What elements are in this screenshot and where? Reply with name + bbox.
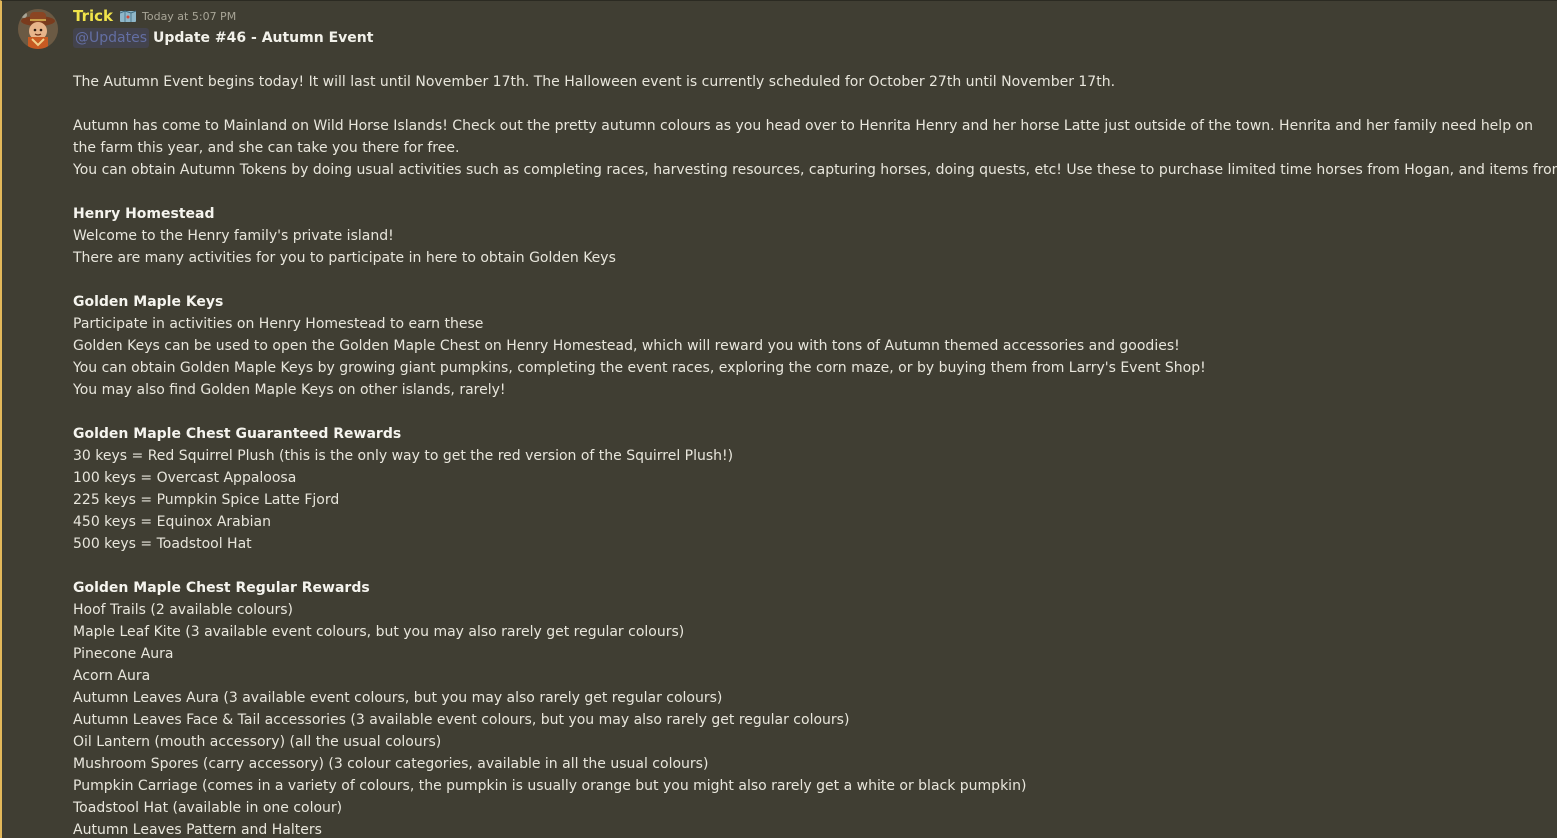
cowboy-avatar-icon [18, 9, 58, 49]
list-item: You can obtain Golden Maple Keys by grow… [73, 360, 1206, 376]
paragraph-tokens: You can obtain Autumn Tokens by doing us… [73, 162, 1557, 178]
section-heading-guaranteed: Golden Maple Chest Guaranteed Rewards [73, 426, 402, 442]
list-item: There are many activities for you to par… [73, 250, 616, 266]
role-mention[interactable]: @Updates [73, 28, 149, 48]
list-item: Autumn Leaves Face & Tail accessories (3… [73, 712, 850, 728]
list-item: 225 keys = Pumpkin Spice Latte Fjord [73, 492, 340, 508]
list-item: Oil Lantern (mouth accessory) (all the u… [73, 734, 442, 750]
message-title-line: @Updates Update #46 - Autumn Event [73, 27, 373, 49]
list-item: Participate in activities on Henry Homes… [73, 316, 484, 332]
list-item: Pumpkin Carriage (comes in a variety of … [73, 778, 1027, 794]
message-title: Update #46 - Autumn Event [153, 30, 374, 46]
author-name[interactable]: Trick [73, 5, 113, 27]
list-item: 450 keys = Equinox Arabian [73, 514, 271, 530]
list-item: 30 keys = Red Squirrel Plush (this is th… [73, 448, 734, 464]
list-item: Autumn Leaves Aura (3 available event co… [73, 690, 723, 706]
list-item: Pinecone Aura [73, 646, 174, 662]
section-heading-keys: Golden Maple Keys [73, 294, 224, 310]
list-item: Toadstool Hat (available in one colour) [73, 800, 343, 816]
list-item: You may also find Golden Maple Keys on o… [73, 382, 506, 398]
list-item: Maple Leaf Kite (3 available event colou… [73, 624, 685, 640]
message-timestamp: Today at 5:07 PM [142, 10, 237, 23]
list-item: Autumn Leaves Pattern and Halters [73, 822, 322, 838]
message-body: The Autumn Event begins today! It will l… [73, 71, 1557, 838]
list-item: Hoof Trails (2 available colours) [73, 602, 293, 618]
avatar[interactable] [18, 9, 58, 49]
section-heading-regular: Golden Maple Chest Regular Rewards [73, 580, 370, 596]
message-container: Trick Today at 5:07 PM @Updates Update #… [0, 0, 1557, 838]
intro-text: The Autumn Event begins today! It will l… [73, 74, 1116, 90]
list-item: Mushroom Spores (carry accessory) (3 col… [73, 756, 709, 772]
list-item: 100 keys = Overcast Appaloosa [73, 470, 297, 486]
list-item: 500 keys = Toadstool Hat [73, 536, 252, 552]
paragraph-mainland: Autumn has come to Mainland on Wild Hors… [73, 118, 1533, 156]
list-item: Golden Keys can be used to open the Gold… [73, 338, 1180, 354]
list-item: Acorn Aura [73, 668, 151, 684]
message-header: Trick Today at 5:07 PM [73, 5, 236, 27]
map-badge-icon[interactable] [119, 9, 137, 23]
list-item: Welcome to the Henry family's private is… [73, 228, 394, 244]
section-heading-homestead: Henry Homestead [73, 206, 215, 222]
